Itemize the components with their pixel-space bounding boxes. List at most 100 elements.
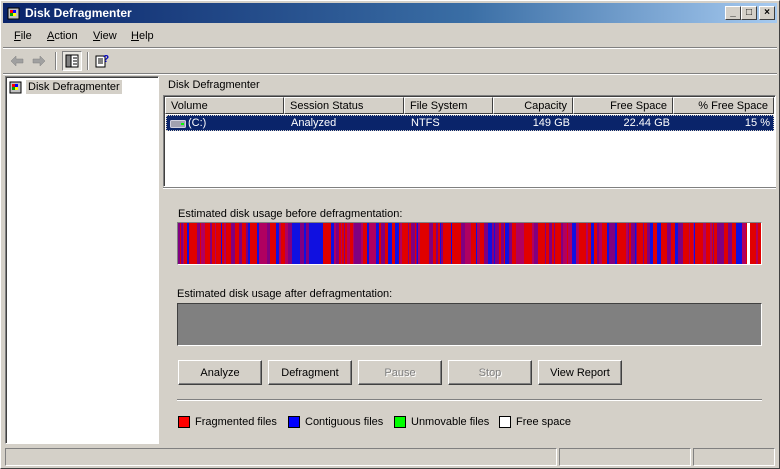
fragmentation-stripe (252, 223, 254, 264)
fragmentation-stripe (606, 223, 607, 264)
fragmentation-stripe (572, 223, 576, 264)
column-header-file-system[interactable]: File System (404, 97, 493, 114)
free-space-stripe (747, 223, 750, 264)
column-header-pct-free-space[interactable]: % Free Space (673, 97, 774, 114)
defragment-button[interactable]: Defragment (268, 360, 352, 385)
fragmentation-stripe (603, 223, 604, 264)
maximize-icon: □ (745, 7, 753, 18)
show-hide-tree-button[interactable] (62, 51, 82, 71)
fragmentation-stripe (488, 223, 492, 264)
fragmentation-stripe (350, 223, 353, 264)
free-space-cell: 22.44 GB (623, 117, 670, 129)
analyze-button[interactable]: Analyze (178, 360, 262, 385)
fragmentation-stripe (212, 223, 215, 264)
fragmentation-stripe (279, 223, 281, 264)
title-bar[interactable]: Disk Defragmenter _ □ × (3, 3, 777, 23)
console-tree: Disk Defragmenter (5, 76, 159, 444)
fragmentation-stripe (604, 223, 605, 264)
fragmentation-stripe (216, 223, 218, 264)
fragmentation-stripe (591, 223, 594, 264)
menu-action[interactable]: Action (47, 30, 78, 42)
fragmentation-stripe (623, 223, 626, 264)
fragmentation-stripe (392, 223, 395, 264)
menu-view[interactable]: View (93, 30, 117, 42)
volume-list: Volume Session Status File System Capaci… (163, 95, 776, 187)
menu-file[interactable]: File (14, 30, 32, 42)
volume-cell: (C:) (188, 117, 207, 129)
fragmentation-stripe (546, 223, 549, 264)
tree-item-disk-defragmenter[interactable]: Disk Defragmenter (9, 79, 122, 95)
fragmentation-stripe (495, 223, 499, 264)
fragmentation-stripe (323, 223, 324, 264)
fragmentation-stripe (644, 223, 647, 264)
disk-defragmenter-window: Disk Defragmenter _ □ × File Action View… (0, 0, 780, 469)
fragmentation-stripe (724, 223, 728, 264)
fragmentation-stripe (178, 223, 180, 264)
window-title: Disk Defragmenter (25, 6, 132, 20)
fragmentation-stripe (408, 223, 409, 264)
fragmentation-stripe (617, 223, 619, 264)
table-row[interactable]: (C:) Analyzed NTFS 149 GB 22.44 GB 15 % (166, 115, 774, 131)
fragmentation-stripe (317, 223, 318, 264)
fragmentation-stripe (689, 223, 690, 264)
fragmentation-stripe (452, 223, 456, 264)
minimize-button[interactable]: _ (725, 6, 741, 20)
fragmentation-stripe (405, 223, 408, 264)
fragmentation-stripe (736, 223, 739, 264)
fragmentation-stripe (683, 223, 684, 264)
stop-button[interactable]: Stop (448, 360, 532, 385)
column-header-capacity[interactable]: Capacity (493, 97, 573, 114)
fragmentation-stripe (677, 223, 678, 264)
maximize-button[interactable]: □ (741, 6, 757, 20)
forward-button[interactable] (29, 51, 49, 71)
help-icon: ? (95, 54, 109, 68)
fragmentation-stripe (594, 223, 595, 264)
forward-arrow-icon (32, 55, 46, 67)
fragmentation-stripe (661, 223, 665, 264)
fragmentation-stripe (588, 223, 591, 264)
fragmentation-stripe (714, 223, 717, 264)
close-button[interactable]: × (759, 6, 775, 20)
pause-button[interactable]: Pause (358, 360, 442, 385)
column-header-free-space[interactable]: Free Space (573, 97, 673, 114)
fragmentation-stripe (530, 223, 531, 264)
fragmentation-stripe (263, 223, 267, 264)
fragmentation-stripe (596, 223, 597, 264)
fragmentation-stripe (631, 223, 635, 264)
status-bar (3, 446, 777, 466)
fragmentation-stripe (516, 223, 518, 264)
fragmentation-stripe (184, 223, 187, 264)
fragmentation-stripe (635, 223, 636, 264)
fragmentation-stripe (709, 223, 710, 264)
after-defrag-display (177, 303, 762, 346)
fragmentation-stripe (568, 223, 572, 264)
fragmentation-stripe (641, 223, 643, 264)
back-button[interactable] (7, 51, 27, 71)
fragmentation-stripe (329, 223, 331, 264)
fragmentation-stripe (732, 223, 735, 264)
fragmentation-stripe (180, 223, 181, 264)
column-header-session-status[interactable]: Session Status (284, 97, 404, 114)
fragmentation-stripe (675, 223, 677, 264)
capacity-cell: 149 GB (532, 117, 570, 129)
fragmentation-stripe (667, 223, 671, 264)
fragmentation-stripe (477, 223, 480, 264)
fragmentation-stripe (560, 223, 561, 264)
before-defrag-display (177, 222, 762, 265)
view-report-button[interactable]: View Report (538, 360, 622, 385)
fragmentation-stripe (651, 223, 653, 264)
fragmentation-stripe (331, 223, 332, 264)
after-defrag-label: Estimated disk usage after defragmentati… (177, 288, 393, 300)
menu-help[interactable]: Help (131, 30, 154, 42)
fragmentation-stripe (586, 223, 588, 264)
column-header-volume[interactable]: Volume (165, 97, 284, 114)
fragmentation-stripe (583, 223, 586, 264)
fragmentation-stripe (464, 223, 465, 264)
minimize-icon: _ (730, 7, 736, 18)
fragmentation-stripe (434, 223, 436, 264)
fragmentation-stripe (602, 223, 603, 264)
fragmentation-stripe (327, 223, 329, 264)
fragmentation-stripe (288, 223, 291, 264)
fragmentation-stripe (246, 223, 248, 264)
help-button[interactable]: ? (92, 51, 112, 71)
